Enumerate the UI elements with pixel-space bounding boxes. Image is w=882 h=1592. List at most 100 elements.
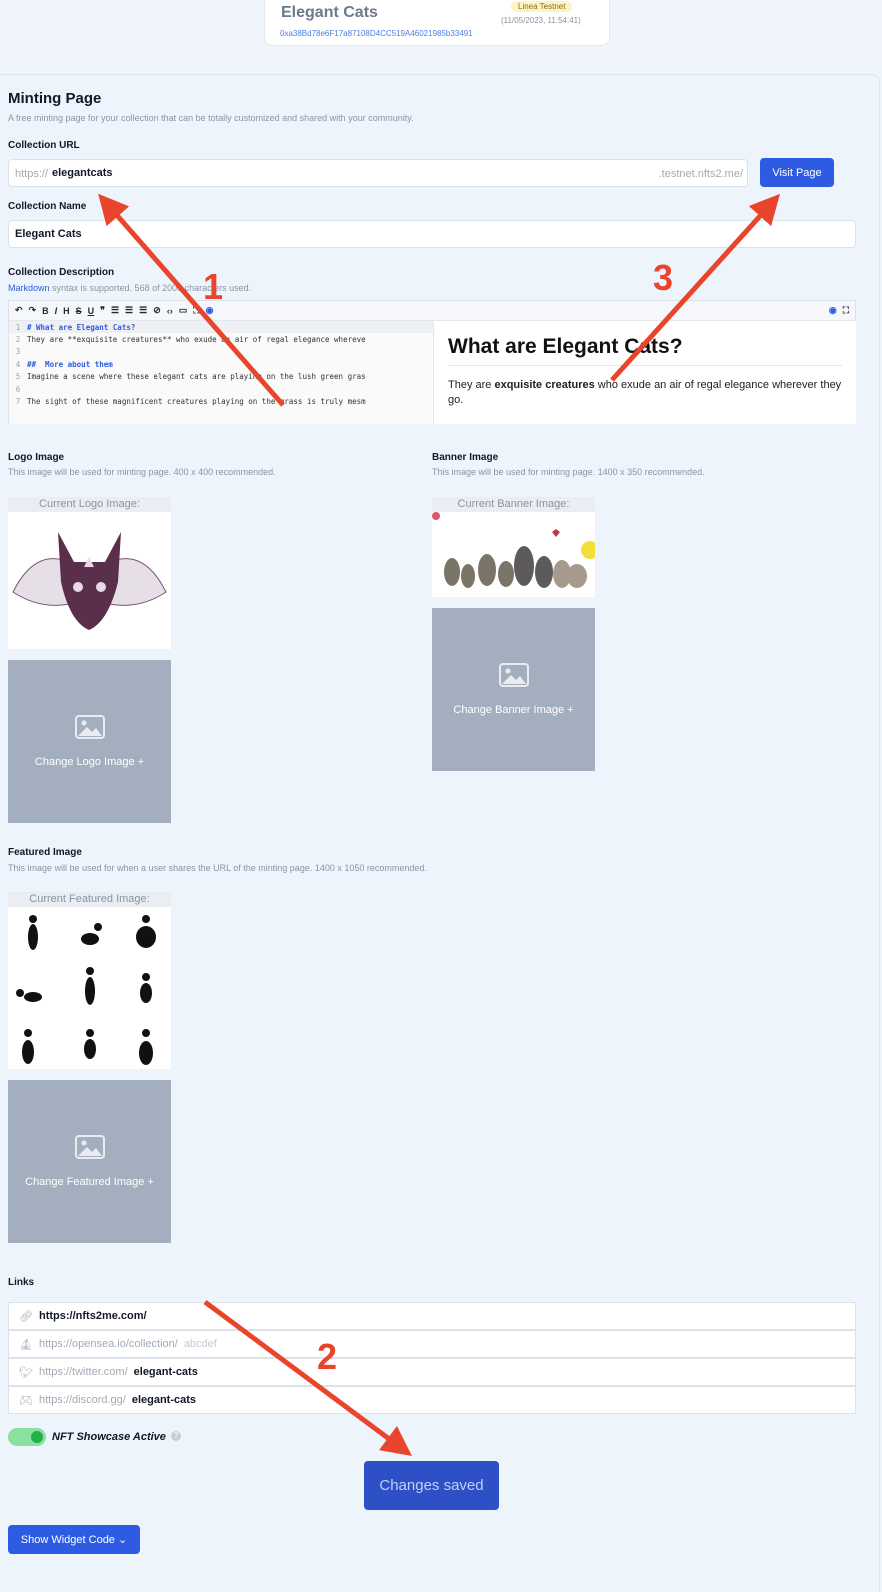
change-banner-button[interactable]: Change Banner Image + bbox=[432, 608, 595, 771]
markdown-editor[interactable]: ↶ ↷ B I H S U ❞ ☰ ☰ ☰ ⊘ ‹› ▭ ⛶ ◉ ◉ ⛶ 1 # … bbox=[8, 300, 856, 424]
line-number: 1 bbox=[15, 322, 21, 332]
redo-icon[interactable]: ↷ bbox=[29, 305, 37, 316]
twitter-link-input[interactable]: 🐦︎ https://twitter.com/ elegant-cats bbox=[8, 1358, 856, 1386]
code-line: 7 The sight of these magnificent creature… bbox=[9, 395, 433, 407]
line-text: The sight of these magnificent creatures… bbox=[27, 397, 366, 407]
discord-icon: 🎮︎ bbox=[19, 1394, 33, 1407]
widget-button-label: Show Widget Code bbox=[20, 1533, 115, 1546]
current-featured-caption: Current Featured Image: bbox=[8, 892, 171, 907]
change-featured-button[interactable]: Change Featured Image + bbox=[8, 1080, 171, 1243]
code-line: 6 bbox=[9, 383, 433, 395]
nft-showcase-toggle[interactable] bbox=[8, 1428, 46, 1446]
discord-link-input[interactable]: 🎮︎ https://discord.gg/ elegant-cats bbox=[8, 1386, 856, 1414]
twitter-prefix: https://twitter.com/ bbox=[39, 1366, 128, 1378]
annotation-1: 1 bbox=[203, 266, 224, 307]
image-placeholder-icon bbox=[74, 715, 105, 742]
underline-icon[interactable]: U bbox=[88, 306, 95, 316]
featured-image-label: Featured Image bbox=[8, 847, 82, 858]
collection-url-input[interactable]: https:// elegantcats .testnet.nfts2.me/ bbox=[8, 159, 748, 187]
line-text: ## More about them bbox=[27, 359, 113, 369]
current-featured-image bbox=[8, 907, 171, 1069]
change-logo-button[interactable]: Change Logo Image + bbox=[8, 660, 171, 823]
preview-text-bold: exquisite creatures bbox=[494, 379, 595, 391]
table-icon[interactable]: ▭ bbox=[179, 305, 188, 316]
quote-icon[interactable]: ❞ bbox=[100, 305, 105, 316]
logo-image-hint: This image will be used for minting page… bbox=[8, 467, 276, 477]
change-featured-label: Change Featured Image + bbox=[25, 1176, 154, 1188]
logo-image-label: Logo Image bbox=[8, 452, 65, 463]
strikethrough-icon[interactable]: S bbox=[76, 306, 82, 316]
editor-code-area[interactable]: 1 # What are Elegant Cats? 2 They are **exq… bbox=[9, 321, 433, 424]
expand-icon[interactable]: ⛶ bbox=[843, 305, 849, 316]
current-logo-caption: Current Logo Image: bbox=[8, 497, 171, 512]
line-text: They are **exquisite creatures** who exu… bbox=[27, 335, 366, 345]
editor-preview: What are Elegant Cats? They are exquisit… bbox=[433, 321, 856, 424]
discord-prefix: https://discord.gg/ bbox=[39, 1394, 126, 1406]
line-number: 7 bbox=[15, 397, 21, 407]
code-line: 5 Imagine a scene where these elegant cat… bbox=[9, 371, 433, 383]
line-number: 6 bbox=[15, 384, 21, 394]
current-banner-caption: Current Banner Image: bbox=[432, 497, 595, 512]
image-placeholder-icon bbox=[74, 1135, 105, 1162]
fullscreen-icon[interactable]: ⛶ bbox=[193, 305, 199, 316]
visit-page-button[interactable]: Visit Page bbox=[760, 158, 834, 187]
current-logo-image bbox=[8, 512, 171, 649]
opensea-placeholder: abcdef bbox=[183, 1338, 217, 1350]
link-icon[interactable]: ⊘ bbox=[153, 305, 161, 316]
url-prefix: https:// bbox=[15, 168, 49, 180]
preview-text-start: They are bbox=[448, 379, 495, 391]
banner-image-label: Banner Image bbox=[432, 452, 499, 463]
nft-showcase-label: NFT Showcase Active bbox=[52, 1431, 166, 1443]
code-line: 4 ## More about them bbox=[9, 358, 433, 370]
links-label: Links bbox=[8, 1277, 35, 1288]
italic-icon[interactable]: I bbox=[55, 306, 58, 316]
page-subtitle: A free minting page for your collection … bbox=[8, 113, 414, 123]
annotation-3: 3 bbox=[653, 257, 674, 298]
contract-address[interactable]: 0xa38Bd78e6F17a87108D4CC519A46021985b334… bbox=[280, 29, 473, 38]
unordered-list-icon[interactable]: ☰ bbox=[125, 305, 133, 316]
change-banner-label: Change Banner Image + bbox=[453, 704, 573, 716]
created-date: (11/05/2023, 11:54:41) bbox=[501, 16, 581, 25]
code-line: 3 bbox=[9, 346, 433, 358]
link-icon: 🔗︎ bbox=[19, 1310, 33, 1323]
twitter-value: elegant-cats bbox=[133, 1366, 198, 1378]
heading-icon[interactable]: H bbox=[63, 306, 70, 316]
opensea-prefix: https://opensea.io/collection/ bbox=[39, 1338, 178, 1350]
collection-header-card: Elegant Cats 0xa38Bd78e6F17a87108D4CC519… bbox=[264, 0, 610, 46]
change-logo-label: Change Logo Image + bbox=[35, 756, 144, 768]
url-suffix: .testnet.nfts2.me/ bbox=[658, 168, 743, 180]
page-title: Minting Page bbox=[8, 90, 102, 107]
code-line: 1 # What are Elegant Cats? bbox=[9, 321, 433, 334]
banner-image-hint: This image will be used for minting page… bbox=[432, 467, 705, 477]
line-number: 4 bbox=[15, 359, 21, 369]
collection-description-label: Collection Description bbox=[8, 267, 115, 278]
changes-saved-button[interactable]: Changes saved bbox=[364, 1461, 499, 1510]
preview-heading: What are Elegant Cats? bbox=[448, 335, 842, 366]
show-widget-code-button[interactable]: Show Widget Code ⌄ bbox=[8, 1525, 140, 1554]
collection-title: Elegant Cats bbox=[281, 4, 378, 21]
collection-name-input[interactable]: Elegant Cats bbox=[8, 220, 856, 248]
ordered-list-icon[interactable]: ☰ bbox=[111, 305, 119, 316]
checklist-icon[interactable]: ☰ bbox=[139, 305, 147, 316]
opensea-link-input[interactable]: ⛵︎ https://opensea.io/collection/ abcdef bbox=[8, 1330, 856, 1358]
url-value: elegantcats bbox=[52, 167, 113, 179]
line-text: # What are Elegant Cats? bbox=[27, 322, 136, 332]
plus-icon: + bbox=[567, 704, 574, 716]
line-text: Imagine a scene where these elegant cats… bbox=[27, 372, 366, 382]
preview-paragraph: They are exquisite creatures who exude a… bbox=[448, 378, 842, 408]
annotation-2: 2 bbox=[317, 1336, 338, 1377]
change-banner-text: Change Banner Image bbox=[453, 704, 565, 716]
plus-icon: + bbox=[147, 1176, 154, 1188]
current-banner-image bbox=[432, 512, 595, 597]
change-logo-text: Change Logo Image bbox=[34, 756, 135, 768]
code-icon[interactable]: ‹› bbox=[167, 306, 173, 316]
preview-toggle-icon[interactable]: ◉ bbox=[829, 305, 837, 316]
change-featured-text: Change Featured Image bbox=[25, 1176, 145, 1188]
website-link-input[interactable]: 🔗︎ https://nfts2me.com/ bbox=[8, 1302, 856, 1330]
bold-icon[interactable]: B bbox=[42, 306, 49, 316]
markdown-link[interactable]: Markdown bbox=[8, 283, 50, 293]
help-icon[interactable]: ? bbox=[171, 1431, 181, 1441]
opensea-icon: ⛵︎ bbox=[19, 1338, 33, 1351]
featured-image-hint: This image will be used for when a user … bbox=[8, 863, 427, 873]
undo-icon[interactable]: ↶ bbox=[15, 305, 23, 316]
